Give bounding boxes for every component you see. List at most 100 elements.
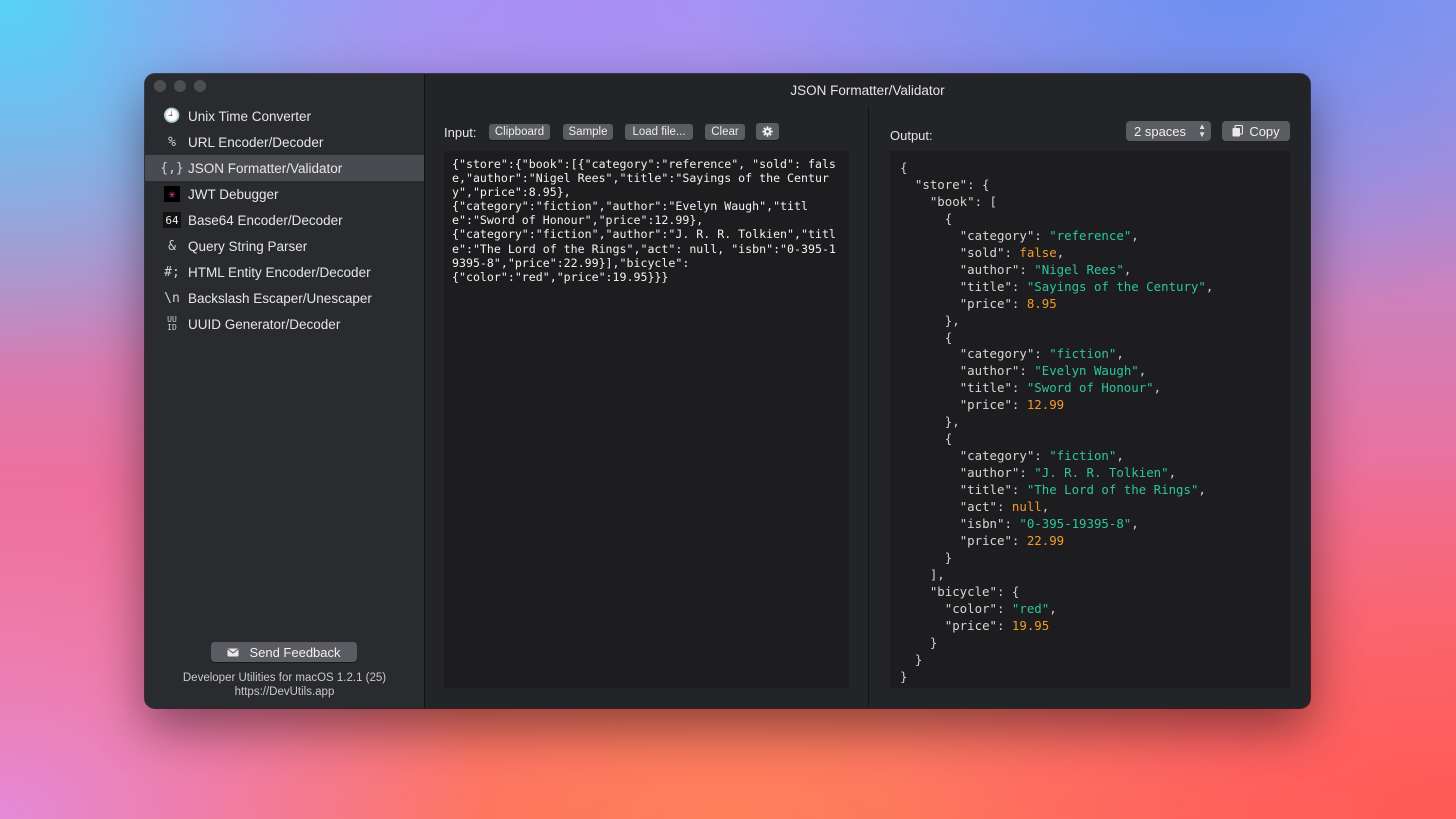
output-line: "category": "reference", xyxy=(900,228,1280,245)
sidebar-item-backslash-escaper-unescaper[interactable]: \n Backslash Escaper/Unescaper xyxy=(145,285,424,311)
jwt-logo-icon: ✳ xyxy=(164,186,180,202)
send-feedback-button[interactable]: Send Feedback xyxy=(211,642,357,662)
output-token: "0-395-19395-8" xyxy=(1019,516,1132,532)
output-viewer[interactable]: { "store": { "book": [ { "category": "re… xyxy=(890,151,1290,688)
output-token: "price" xyxy=(944,617,997,633)
sidebar-item-label: JWT Debugger xyxy=(188,186,279,202)
app-window: 🕘 Unix Time Converter% URL Encoder/Decoder… xyxy=(145,74,1310,708)
sidebar-nav: 🕘 Unix Time Converter% URL Encoder/Decoder… xyxy=(145,103,424,337)
output-token: null xyxy=(1011,499,1042,515)
output-token: } xyxy=(900,549,953,565)
output-line: "title": "The Lord of the Rings", xyxy=(900,482,1280,499)
sidebar-item-jwt-debugger[interactable]: ✳ JWT Debugger xyxy=(145,181,424,207)
output-token: : xyxy=(996,600,1012,616)
output-token: }, xyxy=(900,312,960,328)
output-token: "book" xyxy=(929,193,975,209)
output-token xyxy=(900,601,945,616)
output-token xyxy=(900,194,930,209)
output-token: "Evelyn Waugh" xyxy=(1034,363,1139,379)
output-token: , xyxy=(1131,516,1139,532)
sidebar-item-query-string-parser[interactable]: & Query String Parser xyxy=(145,233,424,259)
output-line: { xyxy=(900,330,1280,347)
output-token: , xyxy=(1123,261,1132,277)
output-token: 22.99 xyxy=(1026,532,1065,548)
output-token: { xyxy=(900,210,953,226)
output-token: "fiction" xyxy=(1049,448,1117,464)
output-token: "category" xyxy=(959,346,1035,362)
output-token: "author" xyxy=(959,465,1020,481)
output-token: "category" xyxy=(959,227,1035,243)
input-editor[interactable]: {"store":{"book":[{"category":"reference… xyxy=(444,151,849,688)
pane-divider[interactable] xyxy=(868,107,869,708)
sample-button[interactable]: Sample xyxy=(563,124,613,140)
settings-button[interactable] xyxy=(756,123,779,140)
sidebar-item-url-encoder-decoder[interactable]: % URL Encoder/Decoder xyxy=(145,129,424,155)
output-token: "color" xyxy=(944,600,997,616)
output-token: { xyxy=(900,329,953,345)
output-token: : xyxy=(1019,261,1035,277)
output-token: "author" xyxy=(959,261,1020,277)
output-token: 19.95 xyxy=(1011,617,1050,633)
output-token: } xyxy=(900,634,938,650)
output-token xyxy=(900,279,960,294)
sidebar-item-unix-time-converter[interactable]: 🕘 Unix Time Converter xyxy=(145,103,424,129)
output-token: , xyxy=(1056,244,1065,260)
sidebar-item-label: Query String Parser xyxy=(188,238,308,254)
output-line: "isbn": "0-395-19395-8", xyxy=(900,516,1280,533)
copy-button[interactable]: Copy xyxy=(1222,121,1290,141)
output-token: : { xyxy=(967,176,990,192)
output-token: : [ xyxy=(974,193,997,209)
output-line: "bicycle": { xyxy=(900,584,1280,601)
output-token: "isbn" xyxy=(959,516,1005,532)
output-token xyxy=(900,296,960,311)
backslash-icon: \n xyxy=(164,290,180,306)
output-line: } xyxy=(900,550,1280,567)
output-token: "author" xyxy=(959,363,1020,379)
output-token: "store" xyxy=(914,176,968,192)
output-line: "category": "fiction", xyxy=(900,346,1280,363)
close-window-button[interactable] xyxy=(154,80,166,92)
sidebar-item-json-formatter-validator[interactable]: {,} JSON Formatter/Validator xyxy=(145,155,424,181)
app-website-link[interactable]: https://DevUtils.app xyxy=(145,685,424,699)
output-token: }, xyxy=(900,414,960,430)
sidebar-item-html-entity-encoder-decoder[interactable]: #; HTML Entity Encoder/Decoder xyxy=(145,259,424,285)
sidebar-item-label: JSON Formatter/Validator xyxy=(188,160,343,176)
output-token: "J. R. R. Tolkien" xyxy=(1034,465,1169,481)
updown-chevron-icon: ▲ ▼ xyxy=(1198,122,1206,139)
window-controls xyxy=(154,80,206,92)
output-token: 8.95 xyxy=(1026,295,1057,311)
clipboard-button[interactable]: Clipboard xyxy=(489,124,550,140)
sidebar-item-base64-encoder-decoder[interactable]: 64 Base64 Encoder/Decoder xyxy=(145,207,424,233)
clear-button[interactable]: Clear xyxy=(705,124,745,140)
base64-icon: 64 xyxy=(163,212,181,228)
output-line: { xyxy=(900,160,1280,177)
braces-icon: {,} xyxy=(160,160,184,176)
output-token xyxy=(900,228,960,243)
sidebar-item-uuid-generator-decoder[interactable]: UU ID UUID Generator/Decoder xyxy=(145,311,424,337)
output-token: : xyxy=(996,617,1012,633)
output-token: : xyxy=(1011,278,1027,294)
output-label: Output: xyxy=(890,128,933,143)
output-line: ], xyxy=(900,567,1280,584)
zoom-window-button[interactable] xyxy=(194,80,206,92)
output-token: : xyxy=(1034,448,1050,464)
output-token: "title" xyxy=(959,278,1012,294)
output-token: "Nigel Rees" xyxy=(1034,261,1124,277)
output-line: "color": "red", xyxy=(900,601,1280,618)
output-line: }, xyxy=(900,313,1280,330)
load-file-button[interactable]: Load file... xyxy=(625,124,693,140)
output-token xyxy=(900,448,960,463)
output-token: , xyxy=(1168,465,1177,481)
output-token: , xyxy=(1138,363,1147,379)
minimize-window-button[interactable] xyxy=(174,80,186,92)
sidebar-item-label: HTML Entity Encoder/Decoder xyxy=(188,264,371,280)
output-token: , xyxy=(1205,278,1214,294)
output-token: "price" xyxy=(959,532,1012,548)
output-token xyxy=(900,516,960,531)
output-token: 12.99 xyxy=(1026,397,1065,413)
output-token: ], xyxy=(900,566,945,582)
output-token: , xyxy=(1116,346,1124,362)
output-line: "title": "Sayings of the Century", xyxy=(900,279,1280,296)
output-token: "sold" xyxy=(959,244,1005,260)
indent-select[interactable]: 2 spaces ▲ ▼ xyxy=(1126,121,1211,141)
